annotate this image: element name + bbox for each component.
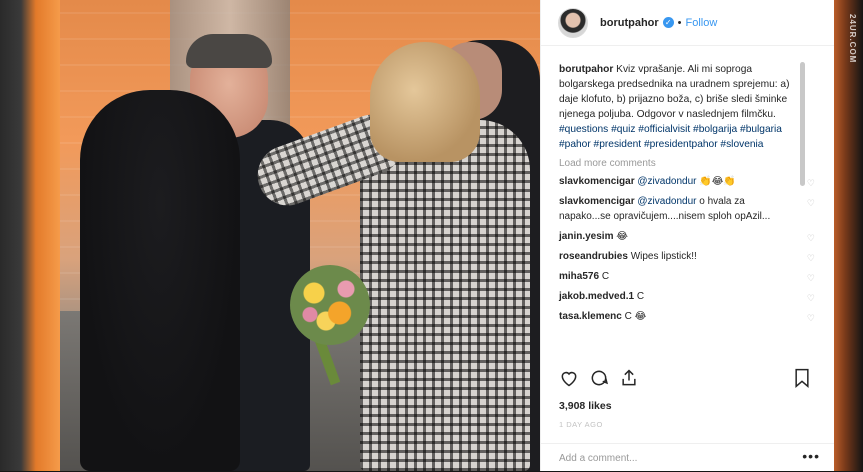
figure-woman-blonde-hair	[370, 42, 480, 162]
comment-like-heart-icon[interactable]: ♡	[807, 311, 815, 326]
action-bar	[557, 368, 817, 394]
comment-mention[interactable]: @zivadondur	[637, 196, 696, 207]
comment-text: C	[636, 291, 645, 302]
comment-text: C	[601, 271, 610, 282]
load-more-comments-link[interactable]: Load more comments	[559, 158, 799, 169]
post-timestamp: 1 DAY AGO	[559, 420, 603, 429]
comment-like-heart-icon[interactable]: ♡	[807, 251, 815, 266]
add-comment-bar: Add a comment... •••	[541, 443, 834, 472]
comments-scrollbar[interactable]	[800, 62, 805, 186]
avatar[interactable]	[558, 7, 588, 38]
comment-row: tasa.klemenc C 😂 ♡	[559, 309, 815, 324]
comment-username[interactable]: slavkomencigar	[559, 176, 635, 187]
comment-row: miha576 C ♡	[559, 269, 815, 284]
comment-username[interactable]: miha576	[559, 271, 599, 282]
comments-list[interactable]: borutpahor Kviz vprašanje. Ali mi soprog…	[559, 62, 815, 324]
comment-text: C 😂	[624, 311, 647, 322]
likes-count[interactable]: 3,908 likes	[559, 400, 612, 412]
separator-dot: •	[677, 16, 682, 29]
watermark: 24UR.COM	[848, 14, 857, 64]
like-heart-icon[interactable]	[559, 368, 579, 393]
bookmark-icon[interactable]	[793, 368, 811, 393]
header-username[interactable]: borutpahor	[600, 17, 659, 29]
comment-like-heart-icon[interactable]: ♡	[807, 176, 815, 191]
share-icon[interactable]	[619, 368, 639, 393]
post-header: borutpahor ✓ • Follow	[541, 0, 834, 46]
comment-bubble-icon[interactable]	[589, 368, 609, 393]
blurred-backdrop-right	[833, 0, 863, 471]
comment-username[interactable]: jakob.medved.1	[559, 291, 634, 302]
comment-row: slavkomencigar @zivadondur 👏😂👏 ♡	[559, 174, 815, 189]
more-options-icon[interactable]: •••	[802, 448, 820, 464]
follow-button[interactable]: Follow	[686, 17, 718, 29]
comment-username[interactable]: tasa.klemenc	[559, 311, 622, 322]
comment-text: 😂	[616, 231, 628, 242]
comment-text: 👏😂👏	[696, 176, 736, 187]
comment-like-heart-icon[interactable]: ♡	[807, 271, 815, 286]
comment-like-heart-icon[interactable]: ♡	[807, 291, 815, 306]
comment-username[interactable]: slavkomencigar	[559, 196, 635, 207]
figure-man-hair	[186, 34, 272, 68]
post-side-panel: borutpahor ✓ • Follow borutpahor Kviz vp…	[540, 0, 834, 471]
caption-hashtags[interactable]: #questions #quiz #officialvisit #bolgari…	[559, 124, 782, 150]
verified-badge-icon: ✓	[662, 17, 674, 28]
figure-woman-checked-coat	[360, 120, 530, 471]
comment-row: janin.yesim 😂 ♡	[559, 229, 815, 244]
comment-like-heart-icon[interactable]: ♡	[807, 196, 815, 211]
post-caption: borutpahor Kviz vprašanje. Ali mi soprog…	[559, 62, 799, 152]
comment-mention[interactable]: @zivadondur	[637, 176, 696, 187]
comment-row: jakob.medved.1 C ♡	[559, 289, 815, 304]
flower-bouquet	[290, 265, 370, 345]
add-comment-input[interactable]: Add a comment...	[559, 453, 637, 464]
blurred-backdrop-left	[0, 0, 60, 471]
comment-username[interactable]: janin.yesim	[559, 231, 613, 242]
comment-like-heart-icon[interactable]: ♡	[807, 231, 815, 246]
caption-username[interactable]: borutpahor	[559, 64, 613, 75]
comment-text: Wipes lipstick!!	[630, 251, 697, 262]
post-photo[interactable]	[60, 0, 540, 471]
comment-row: roseandrubies Wipes lipstick!! ♡	[559, 249, 815, 264]
comment-username[interactable]: roseandrubies	[559, 251, 628, 262]
figure-woman-dark-coat	[80, 90, 240, 471]
comment-row: slavkomencigar @zivadondur o hvala za na…	[559, 194, 815, 224]
